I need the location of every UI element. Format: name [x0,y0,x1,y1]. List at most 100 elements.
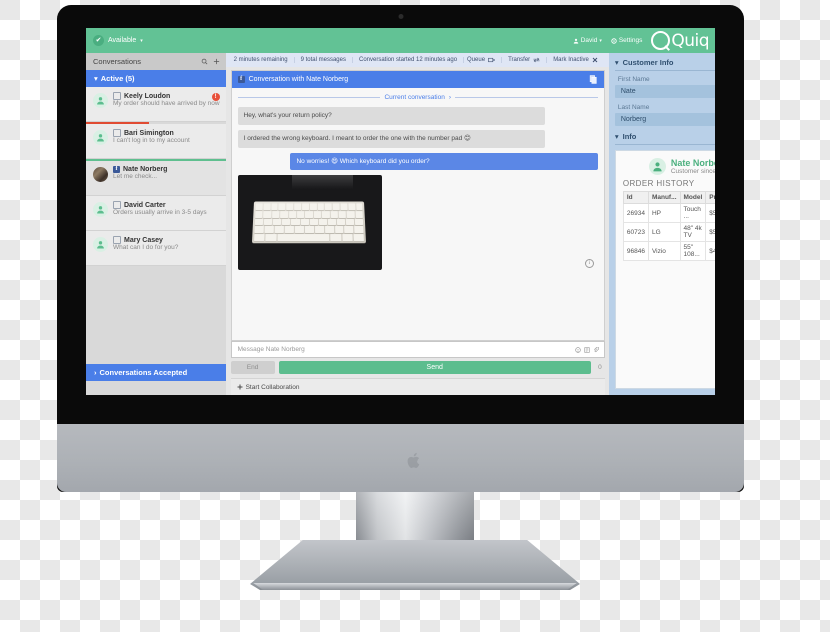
list-item[interactable]: Mary Casey What can I do for you? [86,231,226,266]
composer-icons [575,346,599,353]
facebook-icon: f [237,76,245,83]
user-icon [97,134,104,142]
cell-id: 96846 [622,241,649,261]
collaboration-label: Start Collaboration [245,383,300,391]
chat-header-left: f Conversation with Nate Norberg [237,76,349,83]
chat-header-title: Conversation with Nate Norberg [248,76,349,83]
imac-stand-foot-edge [253,583,577,590]
table-row[interactable]: 96846 Vizio 55" 108... $429.99 6/15/2016 [622,241,715,261]
quiq-q-icon [651,31,671,50]
conversation-name: Nate Norberg [123,166,168,173]
paperclip-icon[interactable] [593,346,599,353]
cell-model: 55" 108... [679,241,707,261]
queue-label: Queue [467,57,486,63]
webcam-icon [398,14,403,19]
list-item-text: Mary Casey What can I do for you? [113,236,220,260]
avatar [93,202,108,217]
conversation-panel: 2 minutes remaining 9 total messages Con… [225,53,609,395]
conversation-preview: What can I do for you? [113,244,179,251]
conversation-name-row: Mary Casey [113,236,220,244]
conversation-name-row: Bari Simington [113,129,220,137]
last-name-label: Last Name [617,104,650,111]
keyboard-photo[interactable] [237,175,382,271]
settings-button[interactable]: Settings [611,37,643,44]
cell-id: 26934 [622,203,649,223]
info-section-header[interactable]: ▾ Info [614,132,715,145]
customer-name: Nate Norberg [670,158,715,168]
first-name-field[interactable]: Nate [614,85,715,98]
sidebar-group-active[interactable]: ▾ Active (5) [86,70,226,87]
cell-model: 48" 4k TV [679,222,707,242]
conversation-name: Keely Loudon [124,92,171,100]
cell-manufacturer: HP [647,203,681,223]
copy-icon[interactable] [589,75,598,84]
search-icon[interactable] [201,58,208,65]
start-collaboration-button[interactable]: Start Collaboration [230,378,605,395]
desk-reflection [292,175,353,190]
cell-price: $429.99 [705,241,715,261]
column-header-model: Model [679,191,707,204]
snippet-icon[interactable] [584,346,590,353]
screen: ✔ Available ▾ David ▾ Settings Quiq Conv… [86,28,715,395]
message-input-wrap[interactable]: Message Nate Norberg [230,341,605,358]
emoji-icon[interactable] [575,346,581,353]
column-header-manufacturer: Manuf... [647,191,681,204]
chevron-right-icon: › [448,94,451,101]
cell-price: $549.99 [705,222,715,242]
user-icon [573,38,578,44]
last-name-field[interactable]: Norberg [614,113,715,126]
send-button[interactable]: Send [278,361,591,374]
customer-info-panel: ▾ Customer Info First Name Nate Last Nam… [608,53,715,395]
mark-inactive-button[interactable]: Mark Inactive [546,57,604,63]
list-item[interactable]: Keely Loudon My order should have arrive… [86,87,226,122]
message-list[interactable]: Current conversation › Hey, what's your … [232,88,604,340]
info-icon[interactable]: i [584,259,594,269]
avatar [648,158,666,175]
message-bubble-incoming: I ordered the wrong keyboard. I meant to… [237,129,546,148]
message-bubble-image: i [237,175,598,271]
char-count: 0 [598,364,602,371]
mark-inactive-label: Mark Inactive [553,57,589,63]
sms-icon [113,129,121,137]
keyboard-graphic [252,201,367,243]
close-icon [592,57,598,63]
conversation-preview: Orders usually arrive in 3-5 days [113,209,207,216]
quiq-logo: Quiq [651,31,709,51]
transfer-button[interactable]: Transfer [501,57,546,63]
imac-chin [57,424,744,492]
list-item-selected[interactable]: f Nate Norberg Let me check... [86,161,226,196]
facebook-icon: f [113,166,120,173]
sms-icon [113,236,121,244]
message-input-placeholder: Message Nate Norberg [237,346,305,353]
brand-text: Quiq [671,30,709,51]
conversations-sidebar: Conversations ▾ Active (5) Keely Loudon … [86,53,226,395]
cell-price: $579.99 [705,203,715,223]
order-history-table: Id Manuf... Model Price OrderD... 26934 [622,191,715,261]
customer-name-row: Nate Norberg [671,158,715,168]
imac-stand-foot [250,540,580,590]
check-icon: ✔ [93,35,104,46]
conversation-preview: Let me check... [113,173,158,180]
list-item[interactable]: Bari Simington I can't log in to my acco… [86,124,226,159]
table-header-row: Id Manuf... Model Price OrderD... [622,191,715,204]
table-row[interactable]: 26934 HP Touch ... $579.99 6/15/2016 [622,203,715,223]
customer-info-section-header[interactable]: ▾ Customer Info [614,58,715,71]
customer-card-identity: Nate Norberg Customer since 6/25/2014 [671,158,715,175]
composer-buttons: End Send 0 [230,361,605,374]
availability-dropdown[interactable]: ✔ Available ▾ [93,35,143,46]
sms-icon [113,201,121,209]
conversation-name-row: Keely Loudon [113,92,220,100]
sidebar-group-accepted[interactable]: › Conversations Accepted [86,364,226,381]
avatar [93,130,108,145]
conversation-name-row: f Nate Norberg [113,166,220,173]
user-menu[interactable]: David ▾ [573,37,602,44]
list-item[interactable]: David Carter Orders usually arrive in 3-… [86,196,226,231]
end-button[interactable]: End [230,361,275,374]
plus-icon[interactable] [213,58,220,65]
table-row[interactable]: 60723 LG 48" 4k TV $549.99 7/31/2016 [622,222,715,242]
transfer-icon [533,57,540,63]
settings-label: Settings [618,37,643,44]
queue-button[interactable]: Queue [463,57,501,63]
conversation-preview: I can't log in to my account [113,137,190,144]
user-label: David [580,37,598,44]
